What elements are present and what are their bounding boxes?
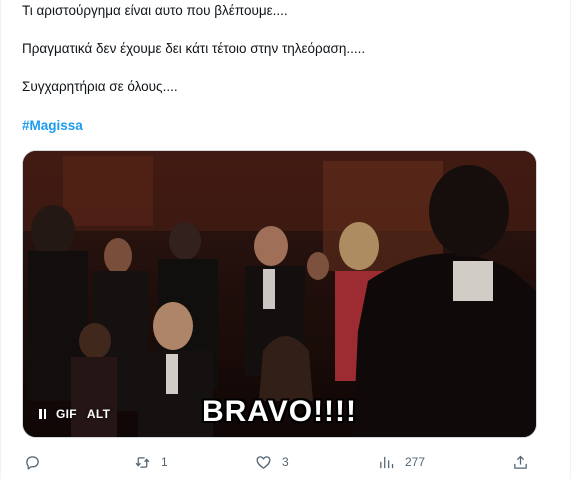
tweet-text-line-1: Τι αριστούργημα είναι αυτο που βλέπουμε.…	[22, 3, 288, 18]
tweet-text-line-2: Πραγματικά δεν έχουμε δει κάτι τέτοιο στ…	[22, 41, 366, 56]
gif-media[interactable]: GIF ALT BRAVO!!!!	[22, 150, 537, 438]
views-icon	[380, 456, 394, 468]
reply-icon	[26, 455, 39, 470]
tweet-text-line-3: Συγχαρητήρια σε όλους....	[22, 79, 178, 94]
right-border	[570, 0, 571, 479]
views-button[interactable]: 277	[378, 454, 425, 471]
like-count: 3	[282, 455, 289, 469]
share-button[interactable]	[512, 454, 529, 471]
hashtag-link[interactable]: #Magissa	[22, 117, 83, 135]
like-button[interactable]: 3	[255, 454, 289, 471]
views-count: 277	[405, 455, 426, 469]
retweet-count: 1	[161, 455, 168, 469]
retweet-icon	[135, 456, 150, 468]
retweet-button[interactable]: 1	[134, 454, 168, 471]
heart-icon	[256, 455, 271, 469]
left-border	[0, 0, 1, 479]
gif-caption: BRAVO!!!!	[201, 395, 358, 428]
tweet-actions-bar: 1 3 277	[22, 450, 535, 474]
reply-button[interactable]	[24, 454, 41, 471]
share-icon	[514, 455, 527, 469]
